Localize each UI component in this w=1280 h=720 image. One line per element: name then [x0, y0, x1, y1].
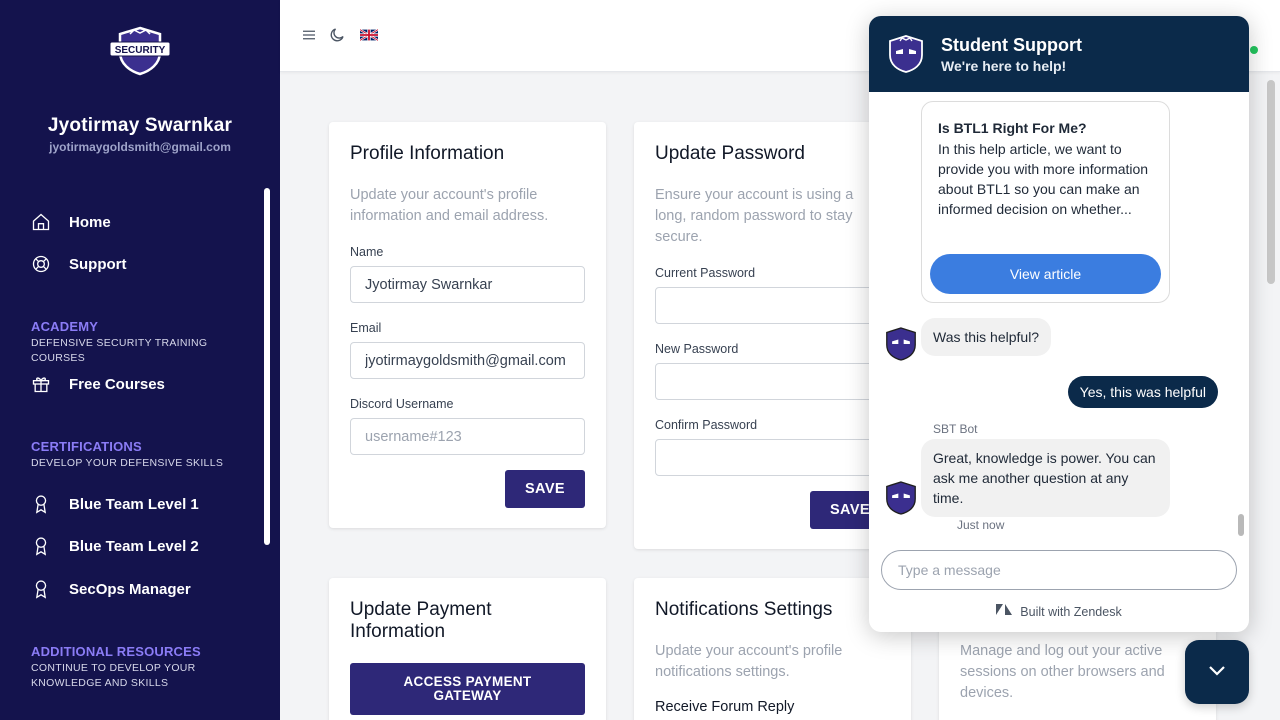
payment-title: Update Payment Information	[350, 599, 492, 642]
svg-text:SECURITY: SECURITY	[115, 45, 166, 56]
confirm-password-label: Confirm Password	[655, 418, 758, 432]
menu-icon[interactable]	[299, 25, 319, 45]
email-label: Email	[350, 321, 382, 335]
chat-scrollbar[interactable]	[1238, 514, 1244, 536]
sidebar-item-label: Blue Team Level 2	[69, 537, 199, 555]
sessions-description: Manage and log out your active sessions …	[960, 643, 1165, 701]
sidebar-item-label: SecOps Manager	[69, 580, 191, 598]
profile-save-button[interactable]: SAVE	[505, 470, 585, 508]
bot-message-reply: Great, knowledge is power. You can ask m…	[921, 439, 1170, 517]
current-password-label: Current Password	[655, 266, 756, 280]
payment-information-card: Update Payment Information ACCESS PAYMEN…	[329, 578, 606, 720]
lifebuoy-icon	[30, 253, 52, 275]
article-card: Is BTL1 Right For Me? In this help artic…	[921, 101, 1170, 303]
current-password-field[interactable]	[655, 287, 890, 324]
password-description: Ensure your account is using a long, ran…	[655, 187, 854, 245]
support-chat-widget: Student Support We're here to help! Is B…	[869, 16, 1249, 632]
bot-avatar-icon	[885, 481, 917, 515]
confirm-password-field[interactable]	[655, 439, 890, 476]
award-icon	[30, 578, 52, 600]
sidebar-item-support[interactable]: Support	[30, 252, 127, 276]
new-password-field[interactable]	[655, 363, 890, 400]
award-icon	[30, 493, 52, 515]
sidebar-item-home[interactable]: Home	[30, 210, 111, 234]
article-title: Is BTL1 Right For Me?	[938, 120, 1087, 136]
profile-description: Update your account's profile informatio…	[350, 187, 549, 224]
sidebar-item-label: Blue Team Level 1	[69, 495, 199, 513]
new-password-label: New Password	[655, 342, 739, 356]
message-timestamp: Just now	[957, 518, 1005, 532]
online-status-dot	[1250, 46, 1258, 54]
access-payment-gateway-button[interactable]: ACCESS PAYMENT GATEWAY	[350, 663, 585, 715]
sidebar-item-btl2[interactable]: Blue Team Level 2	[30, 534, 199, 558]
uk-flag-icon[interactable]	[356, 25, 381, 45]
sidebar-item-secops[interactable]: SecOps Manager	[30, 577, 191, 601]
sidebar-item-btl1[interactable]: Blue Team Level 1	[30, 492, 199, 516]
security-blue-team-logo[interactable]: SECURITY	[108, 26, 172, 76]
bot-message-helpful: Was this helpful?	[921, 318, 1052, 356]
name-field[interactable]	[350, 266, 585, 303]
email-field[interactable]	[350, 342, 585, 379]
user-email: jyotirmaygoldsmith@gmail.com	[49, 140, 231, 154]
discord-label: Discord Username	[350, 397, 454, 411]
award-icon	[30, 535, 52, 557]
gift-icon	[30, 373, 52, 395]
sidebar-item-free-courses[interactable]: Free Courses	[30, 372, 165, 396]
name-label: Name	[350, 245, 384, 259]
section-title-certifications: CERTIFICATIONS	[31, 439, 142, 454]
section-title-academy: ACADEMY	[31, 319, 99, 334]
sender-name: SBT Bot	[933, 422, 978, 436]
built-with-label: Built with Zendesk	[1020, 604, 1122, 619]
zendesk-icon	[996, 604, 1013, 619]
section-sub-resources: CONTINUE TO DEVELOP YOUR KNOWLEDGE AND S…	[31, 662, 196, 689]
sidebar: SECURITY Jyotirmay Swarnkar jyotirmaygol…	[0, 0, 280, 720]
discord-username-field[interactable]	[350, 418, 585, 455]
chat-toggle-button[interactable]	[1185, 640, 1249, 704]
password-title: Update Password	[655, 143, 805, 164]
bot-avatar-icon	[885, 327, 917, 361]
section-title-resources: ADDITIONAL RESOURCES	[31, 644, 201, 659]
sidebar-item-label: Free Courses	[69, 375, 165, 393]
profile-information-card: Profile Information Update your account'…	[329, 122, 606, 528]
chat-title: Student Support	[941, 35, 1082, 55]
view-article-button[interactable]: View article	[930, 254, 1161, 294]
home-icon	[30, 211, 52, 233]
bot-avatar-icon	[888, 35, 924, 73]
chat-message-input[interactable]	[881, 550, 1237, 590]
moon-icon[interactable]	[327, 25, 347, 45]
main-scrollbar[interactable]	[1267, 80, 1275, 284]
notifications-description: Update your account's profile notificati…	[655, 643, 843, 680]
user-message: Yes, this was helpful	[1067, 376, 1218, 408]
built-with-zendesk[interactable]: Built with Zendesk	[869, 604, 1249, 619]
sidebar-item-label: Support	[69, 255, 127, 273]
sidebar-scrollbar[interactable]	[264, 188, 270, 545]
notifications-title: Notifications Settings	[655, 599, 833, 620]
profile-title: Profile Information	[350, 143, 505, 164]
article-body: In this help article, we want to provide…	[938, 141, 1149, 217]
sidebar-item-label: Home	[69, 213, 111, 231]
user-name: Jyotirmay Swarnkar	[47, 115, 233, 136]
section-sub-academy: DEFENSIVE SECURITY TRAINING COURSES	[31, 337, 208, 364]
chat-header: Student Support We're here to help!	[869, 16, 1249, 92]
receive-forum-reply-label: Receive Forum Reply	[655, 699, 795, 715]
chevron-down-icon	[1205, 658, 1229, 687]
chat-subtitle: We're here to help!	[941, 58, 1067, 74]
section-sub-certifications: DEVELOP YOUR DEFENSIVE SKILLS	[31, 457, 224, 469]
